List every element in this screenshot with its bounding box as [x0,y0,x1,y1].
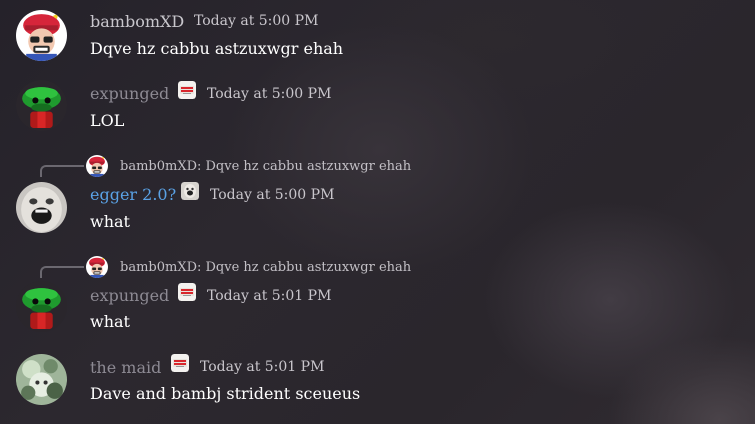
bambi-avatar[interactable] [16,10,67,61]
message-3: bamb0mXD: Dqve hz cabbu astzuxwgr ehah e… [0,152,755,250]
message-4: bamb0mXD: Dqve hz cabbu astzuxwgr ehah e… [0,253,755,348]
reply-preview[interactable]: bamb0mXD: Dqve hz cabbu astzuxwgr ehah [120,159,411,174]
sticker-badge-icon [171,354,189,372]
reply-avatar[interactable] [86,256,108,278]
sticker-badge-icon [178,81,196,99]
message-1: bambomXD Today at 5:00 PM Dqve hz cabbu … [0,0,755,70]
egg-face-avatar[interactable] [16,182,67,233]
message-text: Dave and bambj strident sceueus [90,384,361,403]
message-text: what [90,212,130,231]
author-name[interactable]: expunged [90,84,169,103]
egg-badge-icon [181,182,199,200]
timestamp: Today at 5:01 PM [200,359,325,375]
reply-connector [40,165,84,177]
message-text: Dqve hz cabbu astzuxwgr ehah [90,39,344,58]
message-text: what [90,312,130,331]
reply-connector [40,266,84,278]
author-name[interactable]: the maid [90,358,161,377]
message-5: the maid Today at 5:01 PM Dave and bambj… [0,346,755,424]
reply-preview[interactable]: bamb0mXD: Dqve hz cabbu astzuxwgr ehah [120,260,411,275]
author-name[interactable]: egger 2.0? [90,185,176,204]
timestamp: Today at 5:00 PM [194,13,319,29]
reply-avatar[interactable] [86,155,108,177]
timestamp: Today at 5:00 PM [207,86,332,102]
maid-avatar[interactable] [16,354,67,405]
author-name[interactable]: bambomXD [90,12,184,31]
frog-avatar[interactable] [16,281,67,332]
message-text: LOL [90,111,125,130]
frog-avatar[interactable] [16,80,67,131]
timestamp: Today at 5:00 PM [210,187,335,203]
timestamp: Today at 5:01 PM [207,288,332,304]
message-2: expunged Today at 5:00 PM LOL [0,70,755,145]
author-name[interactable]: expunged [90,286,169,305]
sticker-badge-icon [178,283,196,301]
